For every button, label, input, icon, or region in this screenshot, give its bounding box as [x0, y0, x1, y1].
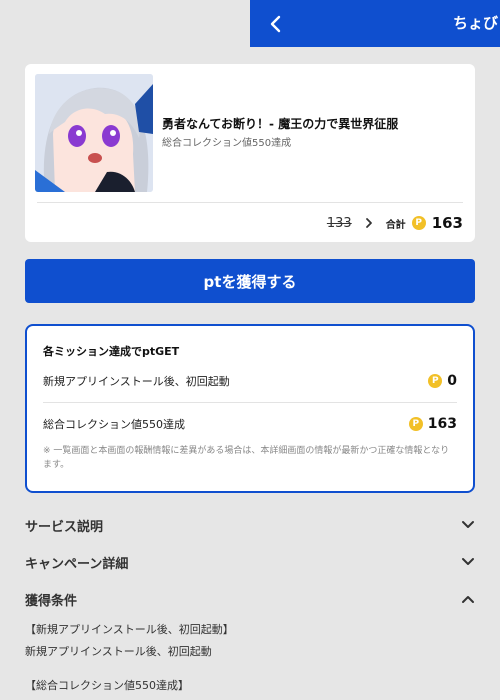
- divider: [37, 202, 463, 203]
- section-title: 獲得条件: [25, 593, 78, 609]
- point-coin-icon: P: [408, 417, 423, 431]
- mission-points: 0: [447, 373, 457, 389]
- condition-heading: 【総合コレクション値550達成】: [25, 679, 189, 692]
- divider: [43, 402, 457, 403]
- back-button[interactable]: [264, 12, 288, 36]
- condition-heading: 【新規アプリインストール後、初回起動】: [25, 623, 234, 636]
- points-summary: 133 合計 P 163: [327, 213, 463, 233]
- section-title: キャンペーン詳細: [25, 556, 129, 572]
- chevron-right-icon: [365, 218, 372, 228]
- page-title: ちょびリッチ: [453, 14, 500, 32]
- section-campaign-details[interactable]: キャンペーン詳細: [25, 551, 475, 573]
- mission-points: 163: [427, 416, 457, 432]
- mission-label: 総合コレクション値550達成: [43, 418, 185, 431]
- old-points: 133: [326, 215, 352, 231]
- section-service-description[interactable]: サービス説明: [25, 514, 475, 536]
- section-title: サービス説明: [25, 519, 104, 535]
- mission-row: 新規アプリインストール後、初回起動 P 0: [43, 371, 457, 391]
- missions-heading: 各ミッション達成でptGET: [43, 345, 180, 358]
- section-acquisition-conditions[interactable]: 獲得条件: [25, 588, 475, 610]
- point-coin-icon: P: [411, 216, 426, 230]
- condition-text: 新規アプリインストール後、初回起動: [25, 645, 212, 658]
- missions-panel: 各ミッション達成でptGET 新規アプリインストール後、初回起動 P 0 総合コ…: [25, 324, 475, 493]
- disclaimer-note: ※ 一覧画面と本画面の報酬情報に差異がある場合は、本詳細画面の情報が最新かつ正確…: [43, 446, 450, 470]
- point-coin-icon: P: [428, 374, 443, 388]
- get-points-button[interactable]: ptを獲得する: [25, 259, 475, 303]
- total-label: 合計: [385, 219, 406, 231]
- total-points: 163: [431, 214, 463, 232]
- chevron-down-icon: [462, 558, 474, 565]
- chevron-down-icon: [462, 521, 474, 528]
- app-card: 勇者なんてお断り！- 魔王の力で異世界征服 総合コレクション値550達成 133…: [25, 64, 475, 242]
- app-subtitle: 総合コレクション値550達成: [162, 138, 292, 149]
- app-title: 勇者なんてお断り！- 魔王の力で異世界征服: [162, 117, 399, 131]
- top-bar: ちょびリッチ: [250, 0, 500, 47]
- mission-label: 新規アプリインストール後、初回起動: [43, 375, 230, 388]
- mission-row: 総合コレクション値550達成 P 163: [43, 414, 457, 434]
- character-illustration: [35, 74, 153, 192]
- chevron-left-icon: [270, 15, 281, 33]
- app-thumbnail[interactable]: [35, 74, 153, 192]
- chevron-up-icon: [462, 596, 474, 603]
